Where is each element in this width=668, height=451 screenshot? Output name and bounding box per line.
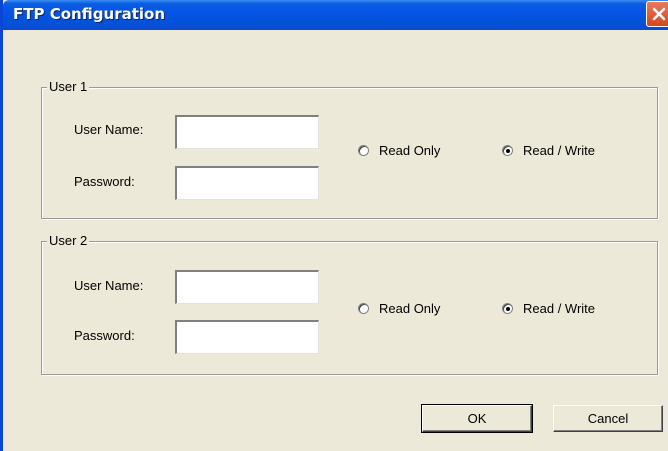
user1-read-only-radio[interactable]: Read Only [358, 143, 440, 158]
user2-password-label: Password: [74, 328, 135, 343]
title-bar[interactable]: FTP Configuration [3, 0, 668, 30]
radio-button-checked-icon [502, 303, 513, 314]
cancel-button[interactable]: Cancel [553, 405, 663, 432]
user2-legend: User 2 [47, 233, 90, 248]
user1-username-label: User Name: [74, 122, 144, 137]
user2-read-write-radio[interactable]: Read / Write [502, 301, 595, 316]
ftp-configuration-dialog: FTP Configuration User 1 User Name: Pass… [0, 0, 668, 451]
user2-read-only-radio[interactable]: Read Only [358, 301, 440, 316]
user1-username-input[interactable] [175, 115, 319, 149]
close-button[interactable] [646, 1, 668, 27]
user1-read-write-label: Read / Write [523, 143, 596, 158]
user2-read-write-label: Read / Write [523, 301, 596, 316]
user1-read-only-label: Read Only [379, 143, 441, 158]
user1-password-label: Password: [74, 174, 135, 189]
close-icon [652, 7, 666, 21]
user1-password-input[interactable] [175, 166, 319, 200]
user2-username-label: User Name: [74, 278, 144, 293]
radio-button-checked-icon [502, 145, 513, 156]
radio-button-icon [358, 145, 369, 156]
user1-read-write-radio[interactable]: Read / Write [502, 143, 595, 158]
user2-password-input[interactable] [175, 320, 319, 354]
user2-read-only-label: Read Only [379, 301, 441, 316]
ok-button[interactable]: OK [421, 404, 533, 433]
dialog-title: FTP Configuration [13, 5, 166, 23]
radio-button-icon [358, 303, 369, 314]
user1-legend: User 1 [47, 79, 90, 94]
user2-username-input[interactable] [175, 270, 319, 304]
